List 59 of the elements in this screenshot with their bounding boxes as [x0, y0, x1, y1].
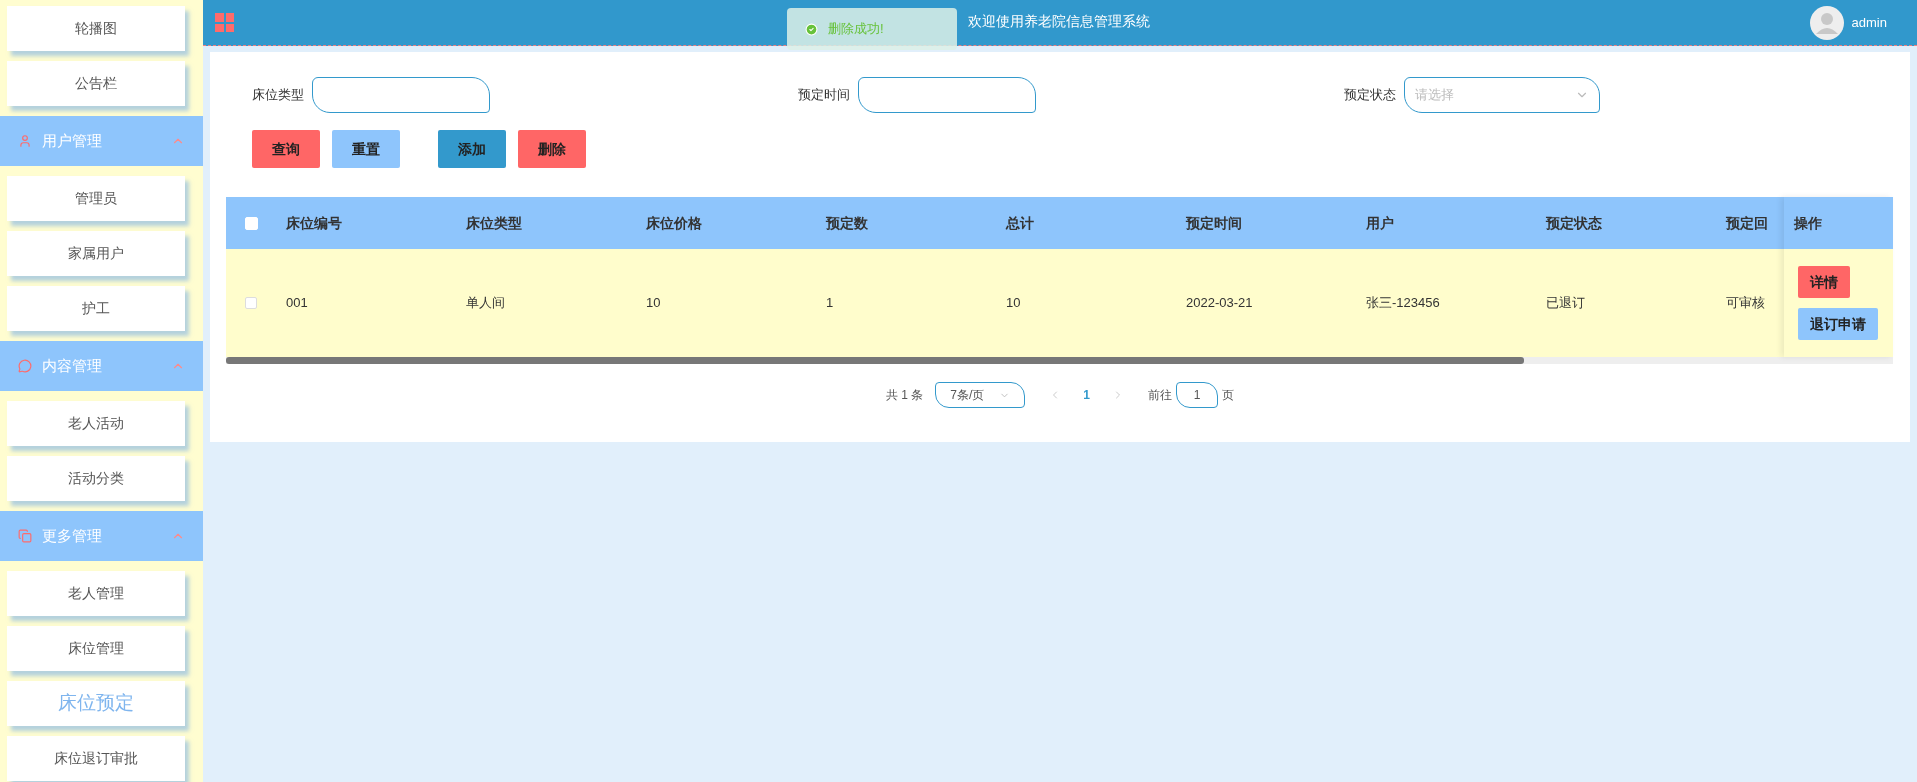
group-icon — [18, 529, 32, 543]
group-icon — [18, 134, 32, 148]
column-header: 预定状态 — [1546, 213, 1602, 233]
sidebar-item[interactable]: 活动分类 — [7, 456, 185, 501]
sidebar-item[interactable]: 家属用户 — [7, 231, 185, 276]
sidebar-item[interactable]: 公告栏 — [7, 61, 185, 106]
app-title: 欢迎使用养老院信息管理系统 — [968, 12, 1150, 31]
column-header: 用户 — [1366, 213, 1394, 233]
sidebar-item[interactable]: 老人管理 — [7, 571, 185, 616]
input-field[interactable] — [312, 77, 490, 113]
table-cell-text: 10 — [1006, 294, 1021, 313]
scrollbar[interactable] — [226, 357, 1893, 364]
action-button[interactable]: 删除 — [518, 130, 586, 168]
sidebar-item[interactable]: 老人活动 — [7, 401, 185, 446]
column-header: 总计 — [1006, 213, 1034, 233]
filter-label: 床位类型 — [252, 86, 304, 105]
action-button[interactable]: 重置 — [332, 130, 400, 168]
table-cell-text: 已退订 — [1546, 294, 1585, 313]
table-cell-text: 张三-123456 — [1366, 294, 1440, 313]
success-icon — [805, 22, 818, 36]
filter-label: 预定时间 — [798, 86, 850, 105]
group-label: 用户管理 — [42, 130, 102, 151]
page-unit: 页 — [1222, 387, 1234, 404]
action-button[interactable]: 添加 — [438, 130, 506, 168]
group-label: 内容管理 — [42, 355, 102, 376]
row-action-button[interactable]: 详情 — [1798, 266, 1850, 298]
page-input[interactable]: 1 — [1176, 382, 1218, 408]
table-cell-text: 10 — [646, 294, 661, 313]
group-icon — [18, 359, 32, 373]
avatar-icon — [1809, 5, 1844, 40]
checkbox[interactable] — [245, 297, 257, 309]
total-count: 共 1 条 — [886, 387, 924, 404]
table-cell-text: 2022-03-21 — [1186, 294, 1253, 313]
group-label: 更多管理 — [42, 525, 102, 546]
table-cell-text: 可审核 — [1726, 294, 1765, 313]
goto-label: 前往 — [1148, 387, 1172, 404]
table-cell-text: 单人间 — [466, 294, 505, 313]
sidebar-item[interactable]: 管理员 — [7, 176, 185, 221]
toast-message: 删除成功! — [828, 20, 884, 39]
column-header: 预定回 — [1726, 213, 1768, 233]
column-header: 操作 — [1794, 213, 1822, 233]
column-header: 床位编号 — [286, 213, 342, 233]
column-header: 预定数 — [826, 213, 868, 233]
input-field[interactable] — [858, 77, 1036, 113]
action-button[interactable]: 查询 — [252, 130, 320, 168]
sidebar-item[interactable]: 床位管理 — [7, 626, 185, 671]
column-header: 床位类型 — [466, 213, 522, 233]
filter-label: 预定状态 — [1344, 86, 1396, 105]
column-header: 预定时间 — [1186, 213, 1242, 233]
row-action-button[interactable]: 退订申请 — [1798, 308, 1878, 340]
sidebar-item[interactable]: 床位退订审批 — [7, 736, 185, 781]
column-header: 床位价格 — [646, 213, 702, 233]
sidebar-item[interactable]: 护工 — [7, 286, 185, 331]
table-cell-text: 001 — [286, 294, 308, 313]
page-size-select[interactable]: 7条/页 — [935, 382, 1026, 408]
sidebar-item[interactable]: 轮播图 — [7, 6, 185, 51]
grid-icon[interactable] — [215, 13, 234, 32]
select-placeholder: 请选择 — [1415, 86, 1454, 105]
table-cell-text: 1 — [826, 294, 834, 313]
